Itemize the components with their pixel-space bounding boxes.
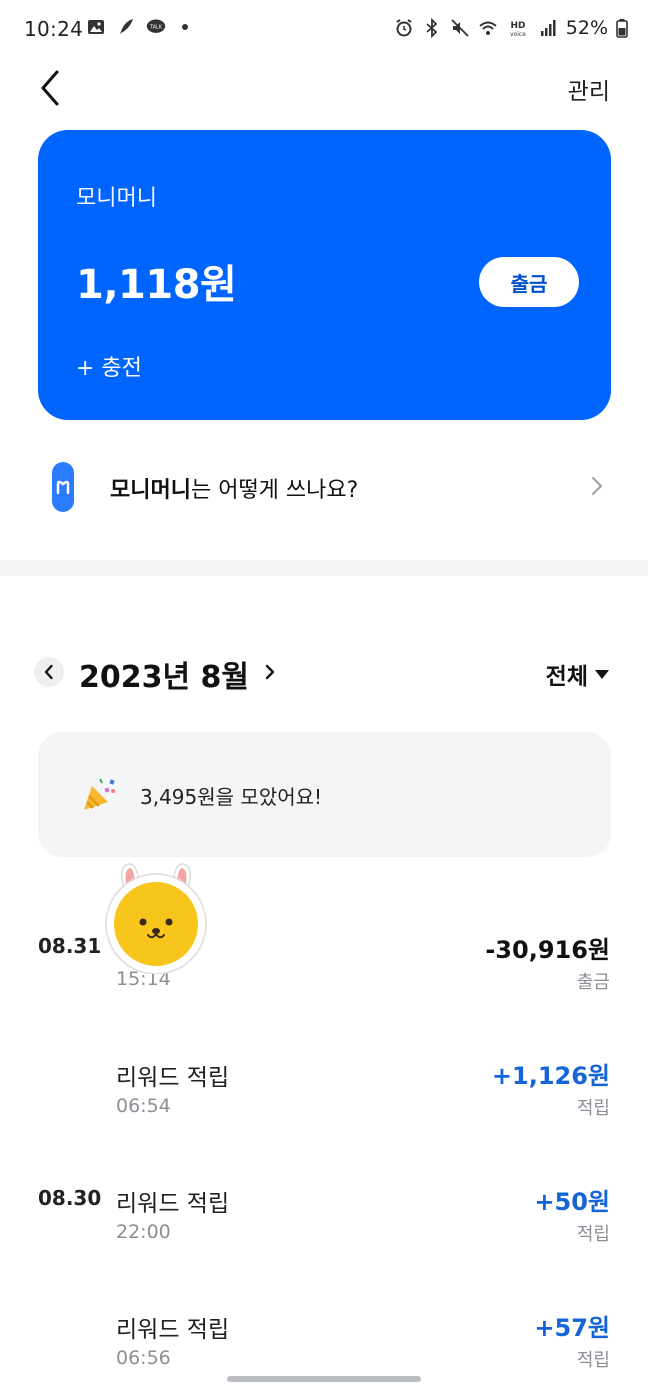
battery-percent: 52% xyxy=(565,17,608,39)
transaction-amount: +57원 xyxy=(534,1314,610,1342)
guide-bold-label: 모니머니 xyxy=(110,478,191,503)
more-notifications-dot xyxy=(182,24,188,30)
usage-guide-text: 모니머니는 어떻게 쓰나요? xyxy=(110,472,358,504)
wallet-name: 모니머니 xyxy=(76,186,157,211)
signal-icon xyxy=(540,20,556,36)
month-title: 2023년 8월 xyxy=(79,660,250,695)
svg-text:TALK: TALK xyxy=(149,25,163,31)
status-bar: 10:24 TALK HD voice 52% xyxy=(0,0,648,60)
section-divider xyxy=(0,560,648,576)
svg-text:voice: voice xyxy=(510,31,526,38)
feather-icon xyxy=(120,19,133,35)
wallet-balance: 1,118원 xyxy=(76,262,237,308)
chevron-left-icon xyxy=(44,664,53,680)
transaction-amount: +1,126원 xyxy=(491,1062,610,1090)
transaction-title: 리워드 적립 xyxy=(116,1317,230,1343)
chevron-right-icon xyxy=(265,664,275,680)
filter-dropdown[interactable]: 전체 xyxy=(546,657,610,691)
bluetooth-icon xyxy=(426,18,438,38)
alarm-icon xyxy=(396,19,412,37)
transaction-time: 06:54 xyxy=(116,1095,171,1117)
transaction-date: 08.31 xyxy=(38,934,102,958)
savings-summary: 3,495원을 모았어요! xyxy=(38,732,611,857)
wallet-card: 모니머니 1,118원 출금 + 충전 xyxy=(38,130,611,420)
guide-rest-label: 는 어떻게 쓰나요? xyxy=(190,478,359,503)
bunny-character-avatar xyxy=(105,863,207,974)
summary-text: 3,495원을 모았어요! xyxy=(140,785,323,809)
transaction-type: 적립 xyxy=(576,1224,610,1245)
wifi-icon xyxy=(479,21,497,35)
chevron-right-icon xyxy=(592,477,602,495)
transaction-type: 적립 xyxy=(576,1350,610,1371)
party-popper-icon xyxy=(84,778,115,810)
filter-label: 전체 xyxy=(545,664,588,690)
battery-icon xyxy=(616,19,628,38)
transaction-time: 06:56 xyxy=(116,1347,171,1369)
system-icons: HD voice 52% xyxy=(394,17,628,39)
next-month-button[interactable] xyxy=(258,658,282,686)
manage-button[interactable]: 관리 xyxy=(568,72,610,106)
monimoney-logo-icon xyxy=(52,462,74,512)
charge-button[interactable]: + 충전 xyxy=(76,350,142,382)
transaction-title: 리워드 적립 xyxy=(116,1191,230,1217)
home-indicator[interactable] xyxy=(227,1376,421,1382)
previous-month-button[interactable] xyxy=(34,657,64,687)
transaction-type: 적립 xyxy=(576,1098,610,1119)
transaction-date: 08.30 xyxy=(38,1186,102,1210)
transaction-amount: +50원 xyxy=(534,1188,610,1216)
transaction-amount: -30,916원 xyxy=(485,936,610,964)
transaction-title: 리워드 적립 xyxy=(116,1065,230,1091)
notification-icons: TALK xyxy=(86,17,188,37)
withdraw-button[interactable]: 출금 xyxy=(479,257,579,307)
mute-icon xyxy=(451,19,469,37)
chevron-left-icon xyxy=(41,70,59,106)
transaction-time: 22:00 xyxy=(116,1221,171,1243)
kakaotalk-icon: TALK xyxy=(146,19,166,33)
status-time: 10:24 xyxy=(24,17,84,41)
svg-text:HD: HD xyxy=(510,21,525,31)
transaction-type: 출금 xyxy=(576,972,610,993)
back-button[interactable] xyxy=(30,68,70,108)
usage-guide-row[interactable]: 모니머니는 어떻게 쓰나요? xyxy=(0,450,648,526)
hd-voice-icon: HDvoice xyxy=(510,21,526,38)
transaction-time: 15:14 xyxy=(116,968,171,990)
caret-down-icon xyxy=(595,670,609,679)
gallery-icon xyxy=(88,20,104,34)
